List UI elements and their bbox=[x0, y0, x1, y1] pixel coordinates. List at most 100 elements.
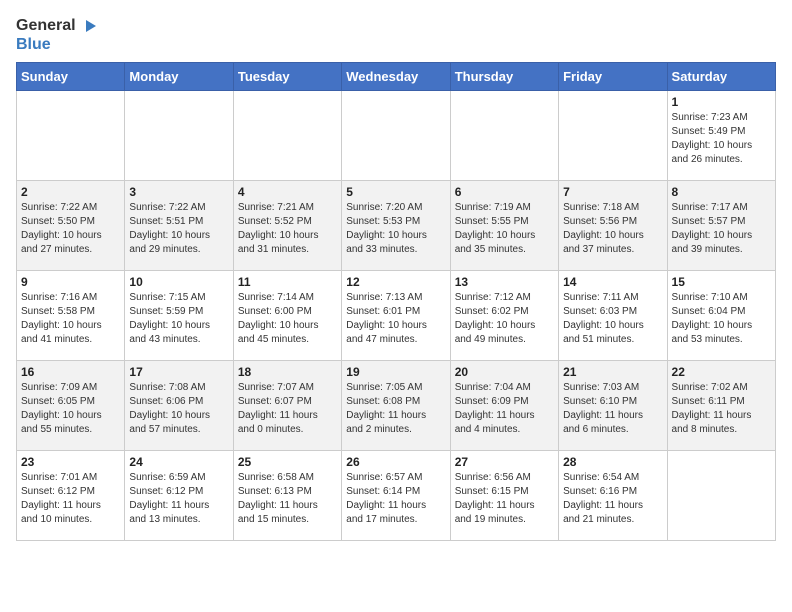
calendar-cell: 10Sunrise: 7:15 AM Sunset: 5:59 PM Dayli… bbox=[125, 270, 233, 360]
calendar-cell bbox=[125, 90, 233, 180]
calendar-cell: 25 Sunrise: 6:58 AM Sunset: 6:13 PM Dayli… bbox=[233, 450, 341, 540]
day-header-saturday: Saturday bbox=[667, 62, 775, 90]
calendar-cell: 2 Sunrise: 7:22 AM Sunset: 5:50 PM Daylig… bbox=[17, 180, 125, 270]
calendar-cell: 7 Sunrise: 7:18 AM Sunset: 5:56 PM Daylig… bbox=[559, 180, 667, 270]
calendar-header-row: SundayMondayTuesdayWednesdayThursdayFrid… bbox=[17, 62, 776, 90]
calendar-cell: 9Sunrise: 7:16 AM Sunset: 5:58 PM Daylig… bbox=[17, 270, 125, 360]
calendar-cell: 18Sunrise: 7:07 AM Sunset: 6:07 PM Dayli… bbox=[233, 360, 341, 450]
day-info: Sunrise: 7:01 AM Sunset: 6:12 PM Dayligh… bbox=[21, 471, 120, 527]
calendar-cell: 8 Sunrise: 7:17 AM Sunset: 5:57 PM Daylig… bbox=[667, 180, 775, 270]
logo-blue: Blue bbox=[16, 36, 51, 53]
day-info: Sunrise: 7:12 AM Sunset: 6:02 PM Dayligh… bbox=[455, 291, 554, 347]
day-number: 24 bbox=[129, 455, 228, 469]
logo-general: General bbox=[16, 17, 76, 35]
day-number: 7 bbox=[563, 185, 662, 199]
calendar-cell bbox=[233, 90, 341, 180]
calendar-week-row: 23 Sunrise: 7:01 AM Sunset: 6:12 PM Dayli… bbox=[17, 450, 776, 540]
day-number: 12 bbox=[346, 275, 445, 289]
calendar-cell: 28Sunrise: 6:54 AM Sunset: 6:16 PM Dayli… bbox=[559, 450, 667, 540]
day-info: Sunrise: 6:58 AM Sunset: 6:13 PM Dayligh… bbox=[238, 471, 337, 527]
day-info: Sunrise: 7:02 AM Sunset: 6:11 PM Dayligh… bbox=[672, 381, 771, 437]
day-info: Sunrise: 7:10 AM Sunset: 6:04 PM Dayligh… bbox=[672, 291, 771, 347]
calendar-cell: 16 Sunrise: 7:09 AM Sunset: 6:05 PM Dayli… bbox=[17, 360, 125, 450]
calendar-week-row: 9Sunrise: 7:16 AM Sunset: 5:58 PM Daylig… bbox=[17, 270, 776, 360]
day-header-thursday: Thursday bbox=[450, 62, 558, 90]
day-number: 13 bbox=[455, 275, 554, 289]
day-number: 14 bbox=[563, 275, 662, 289]
calendar-cell: 1Sunrise: 7:23 AM Sunset: 5:49 PM Daylig… bbox=[667, 90, 775, 180]
day-number: 10 bbox=[129, 275, 228, 289]
day-info: Sunrise: 7:11 AM Sunset: 6:03 PM Dayligh… bbox=[563, 291, 662, 347]
day-info: Sunrise: 6:57 AM Sunset: 6:14 PM Dayligh… bbox=[346, 471, 445, 527]
day-number: 15 bbox=[672, 275, 771, 289]
day-number: 17 bbox=[129, 365, 228, 379]
day-info: Sunrise: 7:05 AM Sunset: 6:08 PM Dayligh… bbox=[346, 381, 445, 437]
day-number: 16 bbox=[21, 365, 120, 379]
calendar-cell: 17 Sunrise: 7:08 AM Sunset: 6:06 PM Dayli… bbox=[125, 360, 233, 450]
calendar-cell bbox=[342, 90, 450, 180]
day-number: 23 bbox=[21, 455, 120, 469]
day-info: Sunrise: 7:03 AM Sunset: 6:10 PM Dayligh… bbox=[563, 381, 662, 437]
day-header-sunday: Sunday bbox=[17, 62, 125, 90]
calendar-cell: 14 Sunrise: 7:11 AM Sunset: 6:03 PM Dayli… bbox=[559, 270, 667, 360]
day-number: 20 bbox=[455, 365, 554, 379]
day-number: 21 bbox=[563, 365, 662, 379]
day-number: 2 bbox=[21, 185, 120, 199]
day-info: Sunrise: 7:21 AM Sunset: 5:52 PM Dayligh… bbox=[238, 201, 337, 257]
calendar-cell: 5 Sunrise: 7:20 AM Sunset: 5:53 PM Daylig… bbox=[342, 180, 450, 270]
calendar-cell: 3 Sunrise: 7:22 AM Sunset: 5:51 PM Daylig… bbox=[125, 180, 233, 270]
day-info: Sunrise: 7:13 AM Sunset: 6:01 PM Dayligh… bbox=[346, 291, 445, 347]
calendar-cell: 4 Sunrise: 7:21 AM Sunset: 5:52 PM Daylig… bbox=[233, 180, 341, 270]
calendar-week-row: 1Sunrise: 7:23 AM Sunset: 5:49 PM Daylig… bbox=[17, 90, 776, 180]
day-number: 19 bbox=[346, 365, 445, 379]
logo-text: General Blue bbox=[16, 16, 98, 54]
day-info: Sunrise: 7:17 AM Sunset: 5:57 PM Dayligh… bbox=[672, 201, 771, 257]
calendar-cell bbox=[667, 450, 775, 540]
day-info: Sunrise: 7:22 AM Sunset: 5:51 PM Dayligh… bbox=[129, 201, 228, 257]
day-info: Sunrise: 7:08 AM Sunset: 6:06 PM Dayligh… bbox=[129, 381, 228, 437]
day-header-friday: Friday bbox=[559, 62, 667, 90]
calendar-cell: 27 Sunrise: 6:56 AM Sunset: 6:15 PM Dayli… bbox=[450, 450, 558, 540]
day-number: 25 bbox=[238, 455, 337, 469]
calendar-cell: 23 Sunrise: 7:01 AM Sunset: 6:12 PM Dayli… bbox=[17, 450, 125, 540]
calendar-week-row: 2 Sunrise: 7:22 AM Sunset: 5:50 PM Daylig… bbox=[17, 180, 776, 270]
calendar-cell: 20Sunrise: 7:04 AM Sunset: 6:09 PM Dayli… bbox=[450, 360, 558, 450]
day-number: 6 bbox=[455, 185, 554, 199]
calendar-cell bbox=[559, 90, 667, 180]
day-number: 11 bbox=[238, 275, 337, 289]
day-info: Sunrise: 7:09 AM Sunset: 6:05 PM Dayligh… bbox=[21, 381, 120, 437]
calendar-cell: 6 Sunrise: 7:19 AM Sunset: 5:55 PM Daylig… bbox=[450, 180, 558, 270]
calendar-cell: 11 Sunrise: 7:14 AM Sunset: 6:00 PM Dayli… bbox=[233, 270, 341, 360]
day-info: Sunrise: 7:18 AM Sunset: 5:56 PM Dayligh… bbox=[563, 201, 662, 257]
calendar-cell: 24 Sunrise: 6:59 AM Sunset: 6:12 PM Dayli… bbox=[125, 450, 233, 540]
day-number: 3 bbox=[129, 185, 228, 199]
day-info: Sunrise: 6:59 AM Sunset: 6:12 PM Dayligh… bbox=[129, 471, 228, 527]
day-number: 22 bbox=[672, 365, 771, 379]
day-info: Sunrise: 6:56 AM Sunset: 6:15 PM Dayligh… bbox=[455, 471, 554, 527]
day-number: 8 bbox=[672, 185, 771, 199]
page-header: General Blue bbox=[16, 16, 776, 54]
calendar-cell: 15 Sunrise: 7:10 AM Sunset: 6:04 PM Dayli… bbox=[667, 270, 775, 360]
day-number: 27 bbox=[455, 455, 554, 469]
day-info: Sunrise: 7:19 AM Sunset: 5:55 PM Dayligh… bbox=[455, 201, 554, 257]
day-info: Sunrise: 7:14 AM Sunset: 6:00 PM Dayligh… bbox=[238, 291, 337, 347]
calendar-cell: 19 Sunrise: 7:05 AM Sunset: 6:08 PM Dayli… bbox=[342, 360, 450, 450]
calendar-table: SundayMondayTuesdayWednesdayThursdayFrid… bbox=[16, 62, 776, 541]
day-number: 4 bbox=[238, 185, 337, 199]
calendar-cell: 12 Sunrise: 7:13 AM Sunset: 6:01 PM Dayli… bbox=[342, 270, 450, 360]
day-info: Sunrise: 7:22 AM Sunset: 5:50 PM Dayligh… bbox=[21, 201, 120, 257]
day-number: 28 bbox=[563, 455, 662, 469]
day-number: 26 bbox=[346, 455, 445, 469]
day-info: Sunrise: 7:20 AM Sunset: 5:53 PM Dayligh… bbox=[346, 201, 445, 257]
calendar-body: 1Sunrise: 7:23 AM Sunset: 5:49 PM Daylig… bbox=[17, 90, 776, 540]
calendar-cell: 22 Sunrise: 7:02 AM Sunset: 6:11 PM Dayli… bbox=[667, 360, 775, 450]
day-header-monday: Monday bbox=[125, 62, 233, 90]
logo-arrow-icon bbox=[78, 16, 98, 36]
day-number: 9 bbox=[21, 275, 120, 289]
calendar-cell bbox=[17, 90, 125, 180]
day-header-wednesday: Wednesday bbox=[342, 62, 450, 90]
calendar-cell: 26 Sunrise: 6:57 AM Sunset: 6:14 PM Dayli… bbox=[342, 450, 450, 540]
day-number: 5 bbox=[346, 185, 445, 199]
day-info: Sunrise: 7:07 AM Sunset: 6:07 PM Dayligh… bbox=[238, 381, 337, 437]
day-header-tuesday: Tuesday bbox=[233, 62, 341, 90]
